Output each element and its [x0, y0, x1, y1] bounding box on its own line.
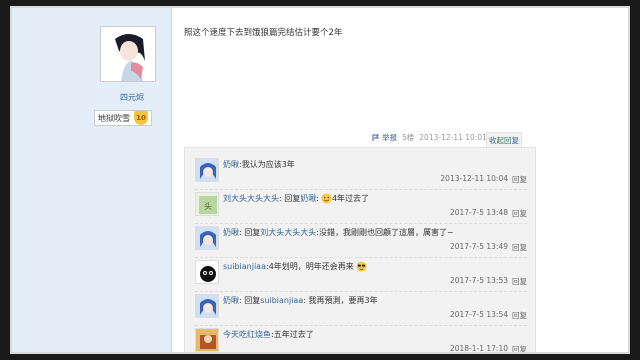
reply-button[interactable]: 回复	[512, 242, 527, 253]
reply-text: 没錯，我剛剛也回顧了這層，厲害了~	[318, 228, 454, 237]
reply-item: 奶啾: 回复 刘大头大头大头 : 没錯，我剛剛也回顧了這層，厲害了~ 2017-7…	[195, 226, 527, 258]
author-avatar[interactable]	[100, 26, 156, 82]
reply-target[interactable]: suibianjiaa	[260, 296, 303, 305]
reply-target[interactable]: 奶啾	[300, 193, 316, 204]
reply-time: 2013-12-11 10:04	[440, 174, 508, 183]
reply-button[interactable]: 回复	[512, 208, 527, 219]
reply-sep: :	[303, 296, 306, 305]
reply-avatar[interactable]: 头	[195, 192, 219, 216]
reply-time: 2017-7-5 13:53	[449, 276, 508, 285]
reply-item: 今天吃红烧鱼: 五年过去了 2018-1-1 17:10 回复	[195, 328, 527, 353]
reply-avatar[interactable]	[195, 226, 219, 250]
reply-prefix: 回复	[284, 194, 301, 203]
reply-text: 五年过去了	[273, 330, 314, 339]
reply-author[interactable]: 今天吃红烧鱼	[223, 329, 271, 340]
author-rank-badge: 地狱吹雪 10	[94, 110, 152, 126]
reply-text: 我再預測，要再3年	[308, 296, 378, 305]
reply-author[interactable]: 奶啾	[223, 159, 239, 170]
reply-item: 头 刘大头大头大头: 回复 奶啾 : 4年过去了 2017-7-5 13:48 回…	[195, 192, 527, 224]
reply-sep: :	[239, 228, 242, 237]
reply-author[interactable]: 奶啾	[223, 227, 239, 238]
reply-target[interactable]: 刘大头大头大头	[260, 227, 316, 238]
reply-time: 2017-7-5 13:49	[449, 242, 508, 251]
reply-sep: :	[239, 296, 242, 305]
reply-time: 2017-7-5 13:48	[449, 208, 508, 217]
reply-prefix: 回复	[244, 296, 261, 305]
reply-avatar[interactable]	[195, 260, 219, 284]
floor-number: 5楼	[402, 133, 415, 142]
svg-text:头: 头	[204, 201, 212, 211]
post-content: 照这个速度下去到饿狼篇完结估计要个2年	[184, 28, 343, 38]
report-link[interactable]: 举报	[372, 132, 397, 143]
reply-avatar[interactable]	[195, 158, 219, 182]
reply-button[interactable]: 回复	[512, 310, 527, 321]
report-label: 举报	[382, 133, 397, 142]
reply-author[interactable]: 奶啾	[223, 295, 239, 306]
collapse-replies-button[interactable]: 收起回复	[486, 132, 522, 147]
reply-button[interactable]: 回复	[512, 174, 527, 185]
reply-item: 奶啾: 我认为应该3年 2013-12-11 10:04 回复	[195, 158, 527, 190]
sunglasses-emoji-icon	[356, 261, 367, 272]
reply-text: 我认为应该3年	[241, 160, 295, 169]
reply-author[interactable]: 刘大头大头大头	[223, 193, 279, 204]
reply-button[interactable]: 回复	[512, 276, 527, 287]
author-sidebar: 四元烬 地狱吹雪 10	[12, 8, 172, 352]
reply-author[interactable]: suibianjiaa	[223, 262, 266, 271]
reply-item: 奶啾: 回复 suibianjiaa : 我再預測，要再3年 2017-7-5 …	[195, 294, 527, 326]
post-frame: 四元烬 地狱吹雪 10 照这个速度下去到饿狼篇完结估计要个2年 举报 5楼 20…	[10, 6, 630, 354]
author-name[interactable]: 四元烬	[112, 92, 152, 103]
reply-time: 2018-1-1 17:10	[449, 344, 508, 353]
rank-title: 地狱吹雪	[98, 113, 130, 123]
report-icon	[372, 134, 379, 141]
reply-list: 奶啾: 我认为应该3年 2013-12-11 10:04 回复 头 刘大头大头大头…	[184, 147, 536, 353]
reply-sep: :	[279, 194, 282, 203]
rank-level-badge: 10	[134, 111, 148, 125]
reply-avatar[interactable]	[195, 328, 219, 352]
reply-sep: :	[316, 194, 319, 203]
post-timestamp: 2013-12-11 10:01	[419, 133, 487, 142]
reply-avatar[interactable]	[195, 294, 219, 318]
reply-item: suibianjiaa: 4年划明，明年还会再来 2017-7-5 13:53 回…	[195, 260, 527, 292]
watermark-logo: Fun	[548, 312, 587, 333]
reply-prefix: 回复	[244, 228, 261, 237]
reply-button[interactable]: 回复	[512, 344, 527, 352]
smile-emoji-icon	[321, 193, 332, 204]
reply-text: 4年过去了	[331, 194, 370, 203]
reply-time: 2017-7-5 13:54	[449, 310, 508, 319]
reply-text: 4年划明，明年还会再来	[268, 262, 354, 271]
